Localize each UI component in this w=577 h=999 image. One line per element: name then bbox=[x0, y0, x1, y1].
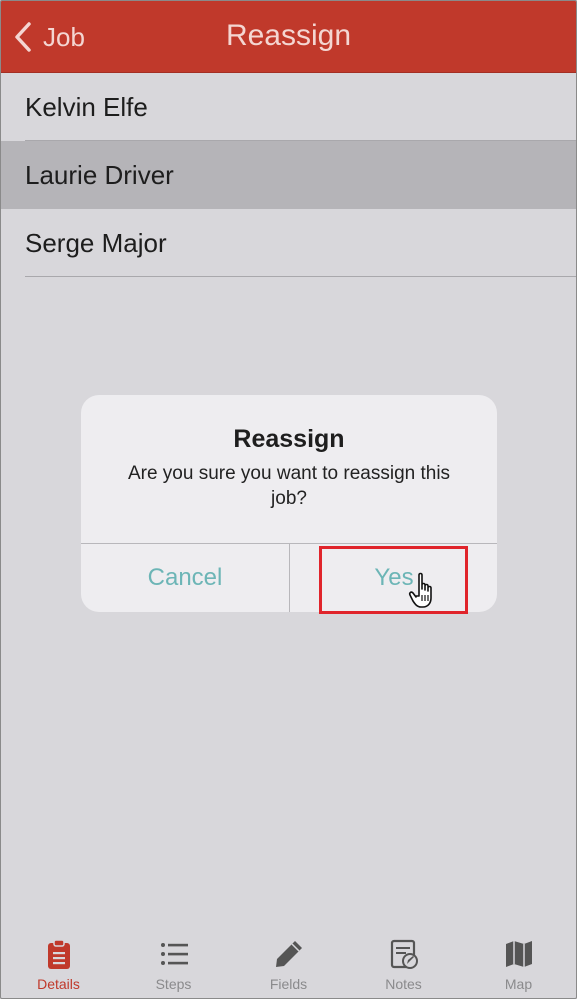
app-frame: Job Reassign Kelvin Elfe Laurie Driver S… bbox=[0, 0, 577, 999]
clipboard-icon bbox=[47, 939, 70, 969]
tab-label: Fields bbox=[269, 976, 308, 992]
tab-fields[interactable]: Fields bbox=[231, 934, 346, 998]
tab-label: Details bbox=[37, 976, 80, 992]
assignee-list: Kelvin Elfe Laurie Driver Serge Major bbox=[1, 73, 576, 277]
list-item[interactable]: Laurie Driver bbox=[1, 141, 576, 209]
tab-notes[interactable]: Notes bbox=[346, 934, 461, 998]
tab-label: Notes bbox=[385, 976, 422, 992]
notes-icon bbox=[390, 939, 418, 969]
yes-button-highlight bbox=[319, 546, 468, 614]
list-icon bbox=[160, 943, 188, 965]
tab-label: Steps bbox=[155, 976, 192, 992]
tab-label: Map bbox=[504, 976, 533, 992]
list-item-label: Serge Major bbox=[25, 227, 167, 258]
tab-steps[interactable]: Steps bbox=[116, 934, 231, 998]
row-divider bbox=[25, 276, 576, 277]
list-item-label: Kelvin Elfe bbox=[25, 91, 148, 122]
page-title: Reassign bbox=[225, 19, 352, 52]
dialog-message: Are you sure you want to reassign this j… bbox=[127, 463, 451, 509]
hand-pointer-icon bbox=[408, 572, 432, 608]
navigation-header: Job Reassign bbox=[1, 1, 576, 73]
dialog-title: Reassign bbox=[233, 425, 345, 453]
pencil-icon bbox=[275, 941, 302, 967]
list-item[interactable]: Kelvin Elfe bbox=[1, 73, 576, 141]
list-item-label: Laurie Driver bbox=[25, 159, 174, 190]
bottom-tab-bar: Details Steps Fields Notes Map bbox=[1, 934, 576, 998]
map-icon bbox=[505, 941, 532, 967]
list-item[interactable]: Serge Major bbox=[1, 209, 576, 277]
tab-details[interactable]: Details bbox=[1, 934, 116, 998]
cancel-button[interactable]: Cancel bbox=[81, 544, 289, 612]
tab-map[interactable]: Map bbox=[461, 934, 576, 998]
